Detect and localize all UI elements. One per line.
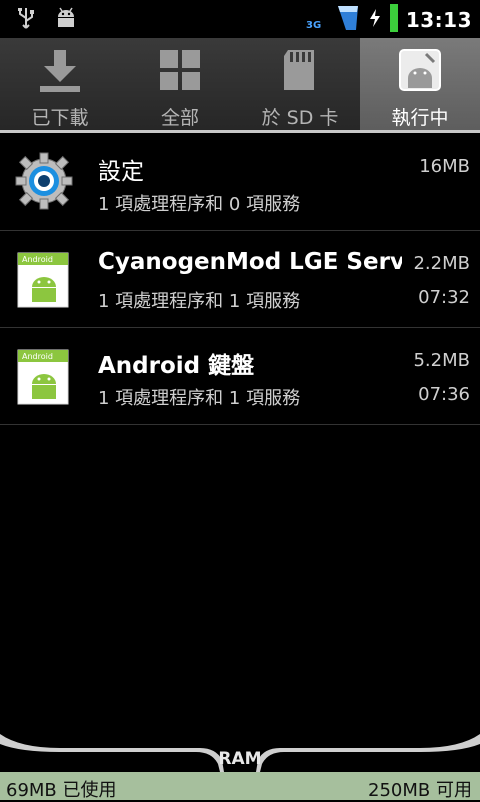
ram-used-text: 69MB 已使用 <box>6 780 117 801</box>
app-process-info: 1 項處理程序和 1 項服務 <box>98 388 301 409</box>
app-name: Android 鍵盤 <box>98 353 255 379</box>
usb-icon <box>16 6 36 34</box>
tab-label: 執行中 <box>391 107 449 129</box>
ram-label: RAM <box>218 749 262 769</box>
android-app-icon: Android <box>14 247 74 309</box>
app-process-info: 1 項處理程序和 1 項服務 <box>98 291 301 312</box>
list-item[interactable]: Android Android 鍵盤 1 項處理程序和 1 項服務 5.2MB … <box>0 328 480 425</box>
svg-text:Android: Android <box>22 352 53 361</box>
app-name: CyanogenMod LGE Serv <box>98 249 402 275</box>
tab-divider <box>0 130 480 133</box>
app-memory-size: 5.2MB <box>413 350 470 371</box>
status-bar: 3G 13:13 <box>0 0 480 38</box>
app-start-time: 07:32 <box>418 287 470 308</box>
app-memory-size: 16MB <box>419 156 470 177</box>
settings-gear-icon <box>14 150 74 212</box>
tab-all[interactable]: 全部 <box>120 38 240 132</box>
android-debug-icon <box>54 6 78 34</box>
svg-text:Android: Android <box>22 255 53 264</box>
app-start-time: 07:36 <box>418 384 470 405</box>
running-android-icon <box>398 48 442 92</box>
download-icon <box>38 48 82 92</box>
clock: 13:13 <box>405 8 472 32</box>
sd-card-icon <box>278 48 322 92</box>
android-app-icon: Android <box>14 344 74 406</box>
list-item[interactable]: Android CyanogenMod LGE Serv 1 項處理程序和 1 … <box>0 231 480 328</box>
list-item[interactable]: 設定 1 項處理程序和 0 項服務 16MB <box>0 134 480 231</box>
tab-sd-card[interactable]: 於 SD 卡 <box>240 38 360 132</box>
network-type: 3G <box>306 20 322 31</box>
battery-icon <box>389 4 398 36</box>
app-name: 設定 <box>98 159 144 185</box>
app-memory-size: 2.2MB <box>413 253 470 274</box>
tab-bar: 已下載 全部 於 SD 卡 執行中 <box>0 38 480 132</box>
tab-label: 全部 <box>160 107 199 129</box>
tab-downloaded[interactable]: 已下載 <box>0 38 120 132</box>
tab-label: 已下載 <box>31 107 89 129</box>
grid-icon <box>158 48 202 92</box>
ram-available-text: 250MB 可用 <box>368 780 472 801</box>
app-process-info: 1 項處理程序和 0 項服務 <box>98 194 301 215</box>
signal-icon <box>336 4 360 36</box>
charging-icon <box>368 8 382 32</box>
tab-running[interactable]: 執行中 <box>360 38 480 132</box>
tab-label: 於 SD 卡 <box>261 107 339 129</box>
